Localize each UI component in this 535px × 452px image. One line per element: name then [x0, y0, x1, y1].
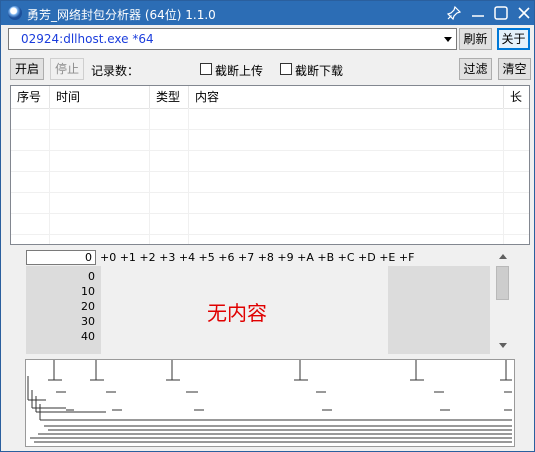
process-select-value: 02924:dllhost.exe *64: [21, 32, 154, 46]
hex-column-header: +0 +1 +2 +3 +4 +5 +6 +7 +8 +9 +A +B +C +…: [100, 251, 415, 264]
start-button[interactable]: 开启: [10, 58, 44, 80]
stop-button[interactable]: 停止: [50, 58, 84, 80]
row-offset: 10: [81, 285, 95, 298]
cut-download-checkbox[interactable]: [280, 63, 292, 75]
hex-scrollbar[interactable]: [495, 250, 511, 354]
column-header-content[interactable]: 内容: [189, 86, 504, 108]
cut-upload-checkbox[interactable]: [200, 63, 212, 75]
maximize-icon[interactable]: [492, 4, 510, 22]
cut-download-label[interactable]: 截断下载: [295, 62, 343, 79]
row-offset: 20: [81, 300, 95, 313]
window-title: 勇芳_网络封包分析器 (64位) 1.1.0: [27, 8, 216, 22]
packet-list-header: 序号 时间 类型 内容 长: [11, 86, 529, 109]
packet-list[interactable]: 序号 时间 类型 内容 长: [10, 85, 530, 245]
column-header-length[interactable]: 长: [504, 86, 529, 108]
hex-viewer[interactable]: 0 +0 +1 +2 +3 +4 +5 +6 +7 +8 +9 +A +B +C…: [25, 247, 513, 357]
row-offset: 40: [81, 330, 95, 343]
minimize-icon[interactable]: [469, 4, 487, 22]
ascii-column[interactable]: [388, 266, 490, 354]
row-offset: 0: [88, 270, 95, 283]
timeline-graphic: [27, 360, 512, 443]
column-header-time[interactable]: 时间: [50, 86, 150, 108]
record-count-label: 记录数：: [91, 64, 140, 78]
row-divider: [11, 213, 529, 214]
column-header-index[interactable]: 序号: [11, 86, 50, 108]
pin-icon[interactable]: [445, 4, 463, 22]
row-divider: [11, 234, 529, 235]
app-globe-icon: [8, 6, 22, 20]
chevron-down-icon[interactable]: [444, 37, 452, 42]
clear-button[interactable]: 清空: [498, 58, 531, 80]
scroll-up-icon[interactable]: [499, 254, 507, 259]
row-divider: [11, 171, 529, 172]
row-offset: 30: [81, 315, 95, 328]
row-divider: [11, 129, 529, 130]
empty-message: 无内容: [207, 301, 267, 325]
title-bar[interactable]: 勇芳_网络封包分析器 (64位) 1.1.0: [1, 1, 534, 25]
offset-input[interactable]: 0: [26, 250, 96, 265]
row-divider: [11, 150, 529, 151]
column-header-type[interactable]: 类型: [150, 86, 189, 108]
packet-timeline[interactable]: [25, 359, 515, 447]
scroll-thumb[interactable]: [496, 266, 509, 300]
scroll-down-icon[interactable]: [499, 343, 507, 348]
row-divider: [11, 192, 529, 193]
cut-upload-label[interactable]: 截断上传: [215, 62, 263, 79]
close-icon[interactable]: [515, 4, 533, 22]
refresh-button[interactable]: 刷新: [459, 28, 492, 50]
filter-button[interactable]: 过滤: [459, 58, 492, 80]
process-select[interactable]: 02924:dllhost.exe *64: [8, 28, 457, 50]
about-button[interactable]: 关于: [497, 28, 530, 50]
main-window: 勇芳_网络封包分析器 (64位) 1.1.0 02924:dllhost.exe…: [0, 0, 535, 452]
address-column: 0 10 20 30 40: [26, 266, 101, 354]
